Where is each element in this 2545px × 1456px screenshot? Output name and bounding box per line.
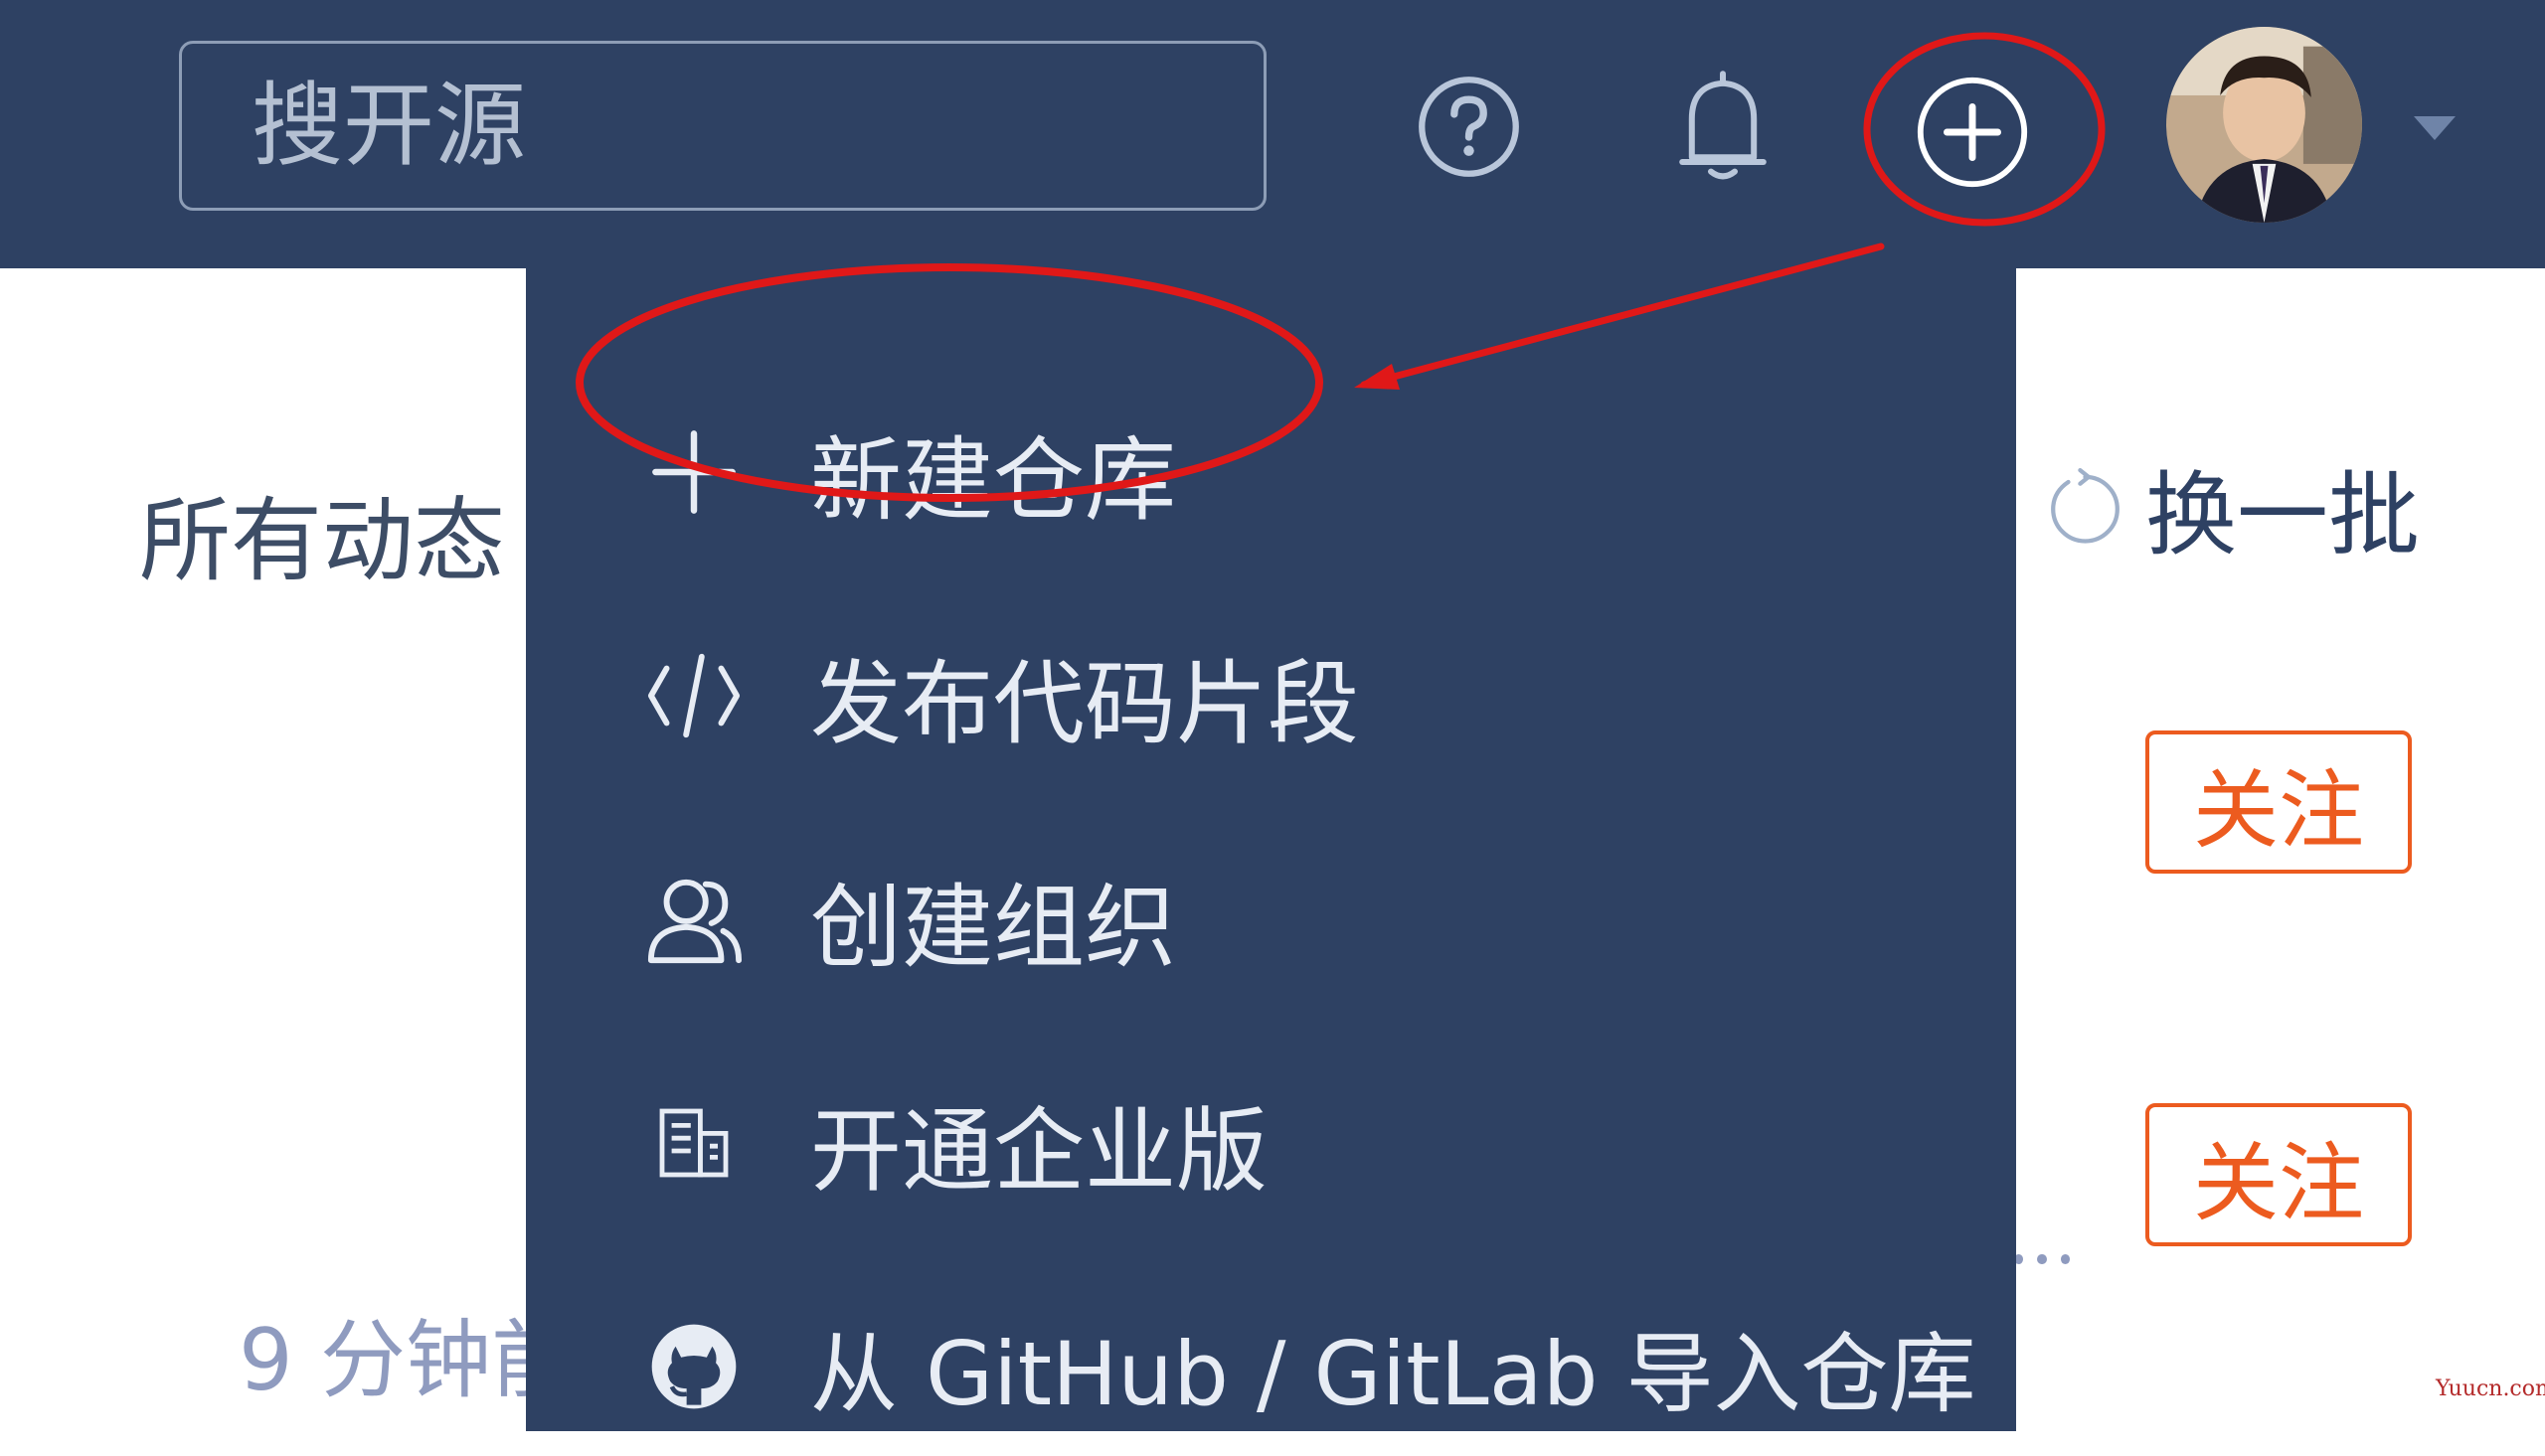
building-icon: [645, 1094, 743, 1192]
plus-icon: [645, 423, 743, 521]
refresh-icon: [2051, 467, 2120, 544]
follow-button[interactable]: 关注: [2145, 730, 2412, 874]
follow-button[interactable]: 关注: [2145, 1103, 2412, 1246]
code-icon: [645, 647, 743, 744]
refresh-label: 换一批: [2145, 461, 2421, 568]
search-input[interactable]: [179, 41, 1267, 211]
help-icon[interactable]: [1417, 75, 1521, 179]
menu-item-label: 从 GitHub / GitLab 导入仓库: [810, 1322, 1976, 1425]
activity-title: 所有动态: [139, 488, 506, 594]
menu-item-create-org[interactable]: 创建组织: [526, 830, 2016, 1009]
top-navbar: [0, 0, 2545, 268]
menu-item-label: 发布代码片段: [810, 650, 1360, 757]
more-icon[interactable]: [2014, 1254, 2070, 1274]
menu-item-label: 创建组织: [810, 874, 1177, 981]
menu-item-new-repo[interactable]: 新建仓库: [526, 383, 2016, 562]
menu-item-snippet[interactable]: 发布代码片段: [526, 606, 2016, 785]
menu-item-enterprise[interactable]: 开通企业版: [526, 1053, 2016, 1232]
github-icon: [645, 1318, 743, 1415]
plus-circle-icon[interactable]: [1915, 75, 2030, 190]
menu-item-label: 新建仓库: [810, 426, 1177, 534]
create-dropdown-menu: 新建仓库 发布代码片段 创建组织 开通企业版 从 GitHub / GitLab…: [526, 268, 2016, 1431]
avatar[interactable]: [2166, 27, 2362, 223]
menu-item-import[interactable]: 从 GitHub / GitLab 导入仓库: [526, 1277, 2016, 1456]
caret-down-icon[interactable]: [2412, 112, 2458, 144]
refresh-button[interactable]: 换一批: [2043, 452, 2420, 568]
bell-icon[interactable]: [1675, 66, 1771, 187]
users-icon: [645, 871, 743, 968]
watermark: Yuucn.com: [2436, 1376, 2545, 1401]
menu-item-label: 开通企业版: [810, 1097, 1269, 1205]
